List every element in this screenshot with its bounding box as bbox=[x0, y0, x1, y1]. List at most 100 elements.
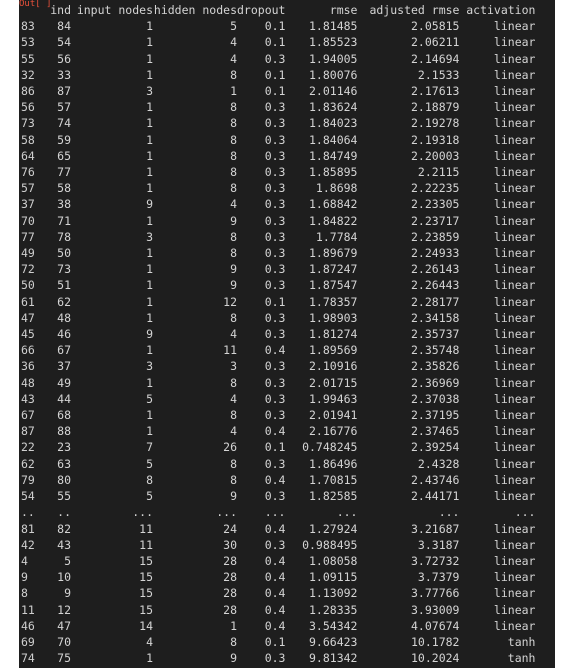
hidden-nodes-cell: 1 bbox=[230, 618, 237, 633]
row-index: 8 bbox=[21, 586, 28, 601]
hidden-nodes-cell: 8 bbox=[230, 229, 237, 244]
input-nodes-cell: 11 bbox=[139, 537, 153, 552]
ind-cell: 65 bbox=[57, 148, 71, 163]
dropout-cell: 0.4 bbox=[264, 424, 286, 439]
ind-cell: 87 bbox=[57, 84, 71, 99]
dropout-cell: 0.3 bbox=[264, 116, 286, 131]
dropout-cell: 0.4 bbox=[264, 343, 286, 358]
row-index: 53 bbox=[21, 35, 35, 50]
row-index: 58 bbox=[21, 132, 35, 147]
hidden-nodes-cell: 9 bbox=[230, 278, 237, 293]
rmse-cell: 1.98903 bbox=[309, 310, 358, 325]
ind-cell: 70 bbox=[57, 634, 71, 649]
table-row: 46 47 14 1 0.4 3.54342 4.07674 linear bbox=[19, 618, 541, 634]
hidden-nodes-cell: 9 bbox=[230, 213, 237, 228]
activation-cell: tanh bbox=[507, 634, 536, 649]
activation-cell: linear bbox=[493, 391, 536, 406]
adjusted-rmse-cell: 2.36969 bbox=[411, 375, 460, 390]
row-index: 22 bbox=[21, 440, 35, 455]
row-index: 67 bbox=[21, 408, 35, 423]
adjusted-rmse-cell: 2.35737 bbox=[411, 327, 460, 342]
activation-cell: linear bbox=[493, 35, 536, 50]
activation-cell: linear bbox=[493, 375, 536, 390]
table-row: 69 70 4 8 0.1 9.66423 10.1782 tanh bbox=[19, 634, 541, 650]
adjusted-rmse-cell: 2.20003 bbox=[411, 148, 460, 163]
column-header-input-nodes: input nodes bbox=[76, 3, 153, 17]
column-header-hidden-nodes: hidden nodes bbox=[153, 3, 237, 17]
rmse-cell: 1.27924 bbox=[309, 521, 358, 536]
ind-cell: 82 bbox=[57, 521, 71, 536]
input-nodes-cell: 3 bbox=[146, 229, 153, 244]
input-nodes-cell: 14 bbox=[139, 618, 153, 633]
table-row: 37 38 9 4 0.3 1.68842 2.23305 linear bbox=[19, 196, 541, 212]
activation-cell: linear bbox=[493, 408, 536, 423]
adjusted-rmse-cell: 2.23717 bbox=[411, 213, 460, 228]
input-nodes-cell: 1 bbox=[146, 246, 153, 261]
dropout-cell: 0.3 bbox=[264, 489, 286, 504]
ind-cell: 73 bbox=[57, 262, 71, 277]
input-nodes-cell: 8 bbox=[146, 472, 153, 487]
input-nodes-cell: 3 bbox=[146, 84, 153, 99]
adjusted-rmse-cell: 2.39254 bbox=[411, 440, 460, 455]
ind-cell: 57 bbox=[57, 100, 71, 115]
input-nodes-cell: 9 bbox=[146, 197, 153, 212]
rmse-cell: 1.81274 bbox=[309, 327, 358, 342]
dropout-cell: 0.4 bbox=[264, 521, 286, 536]
input-nodes-cell: 1 bbox=[146, 213, 153, 228]
adjusted-rmse-cell: 2.28177 bbox=[411, 294, 460, 309]
hidden-nodes-cell: 30 bbox=[223, 537, 237, 552]
activation-cell: linear bbox=[493, 537, 536, 552]
hidden-nodes-cell: 8 bbox=[230, 181, 237, 196]
ind-cell: 44 bbox=[57, 391, 71, 406]
header-row: ind input nodes hidden nodes dropout rms… bbox=[19, 2, 541, 18]
row-index: 73 bbox=[21, 116, 35, 131]
hidden-nodes-cell: 4 bbox=[230, 327, 237, 342]
activation-cell: linear bbox=[493, 327, 536, 342]
input-nodes-cell: 1 bbox=[146, 148, 153, 163]
adjusted-rmse-cell: 2.26443 bbox=[411, 278, 460, 293]
input-nodes-cell: 3 bbox=[146, 359, 153, 374]
input-nodes-cell: 9 bbox=[146, 327, 153, 342]
row-index: 72 bbox=[21, 262, 35, 277]
dropout-cell: 0.1 bbox=[264, 19, 286, 34]
dropout-cell: 0.3 bbox=[264, 375, 286, 390]
adjusted-rmse-cell: 2.23305 bbox=[411, 197, 460, 212]
row-index: 50 bbox=[21, 278, 35, 293]
input-nodes-cell: 11 bbox=[71, 666, 153, 668]
dropout-cell: 0.3 bbox=[264, 359, 286, 374]
activation-cell: linear bbox=[493, 343, 536, 358]
column-header-adjusted-rmse: adjusted rmse bbox=[369, 3, 460, 17]
activation-cell: linear bbox=[493, 602, 536, 617]
table-row: 47 48 1 8 0.3 1.98903 2.34158 linear bbox=[19, 310, 541, 326]
table-row: 64 65 1 8 0.3 1.84749 2.20003 linear bbox=[19, 148, 541, 164]
table-row: 11 12 15 28 0.4 1.28335 3.93009 linear bbox=[19, 602, 541, 618]
activation-cell: linear bbox=[493, 67, 536, 82]
dropout-cell: 0.1 bbox=[264, 440, 286, 455]
activation-cell: linear bbox=[493, 472, 536, 487]
activation-cell: linear bbox=[493, 100, 536, 115]
dropout-cell: 0.3 bbox=[264, 456, 286, 471]
hidden-nodes-cell: 9 bbox=[230, 489, 237, 504]
row-index: 36 bbox=[21, 359, 35, 374]
adjusted-rmse-cell: 2.37465 bbox=[411, 424, 460, 439]
hidden-nodes-cell: 8 bbox=[230, 375, 237, 390]
ind-cell: 43 bbox=[57, 537, 71, 552]
hidden-nodes-cell: 8 bbox=[230, 310, 237, 325]
rmse-cell: 1.82585 bbox=[309, 489, 358, 504]
dropout-cell: 0.1 bbox=[264, 67, 286, 82]
dropout-cell: 0.1 bbox=[264, 294, 286, 309]
input-nodes-cell: 1 bbox=[146, 35, 153, 50]
hidden-nodes-cell: 4 bbox=[230, 424, 237, 439]
activation-cell: linear bbox=[493, 553, 536, 568]
activation-cell: linear bbox=[493, 246, 536, 261]
rmse-cell: 1.08058 bbox=[309, 553, 358, 568]
hidden-nodes-cell: 8 bbox=[230, 408, 237, 423]
table-row: 70 71 1 9 0.3 1.84822 2.23717 linear bbox=[19, 213, 541, 229]
input-nodes-cell: 1 bbox=[146, 165, 153, 180]
activation-cell: linear bbox=[493, 618, 536, 633]
rmse-cell: 1.70815 bbox=[309, 472, 358, 487]
table-row: 32 33 1 8 0.1 1.80076 2.1533 linear bbox=[19, 67, 541, 83]
row-index: 79 bbox=[21, 472, 35, 487]
adjusted-rmse-cell: 2.4328 bbox=[417, 456, 460, 471]
rmse-cell: 3.54342 bbox=[309, 618, 358, 633]
